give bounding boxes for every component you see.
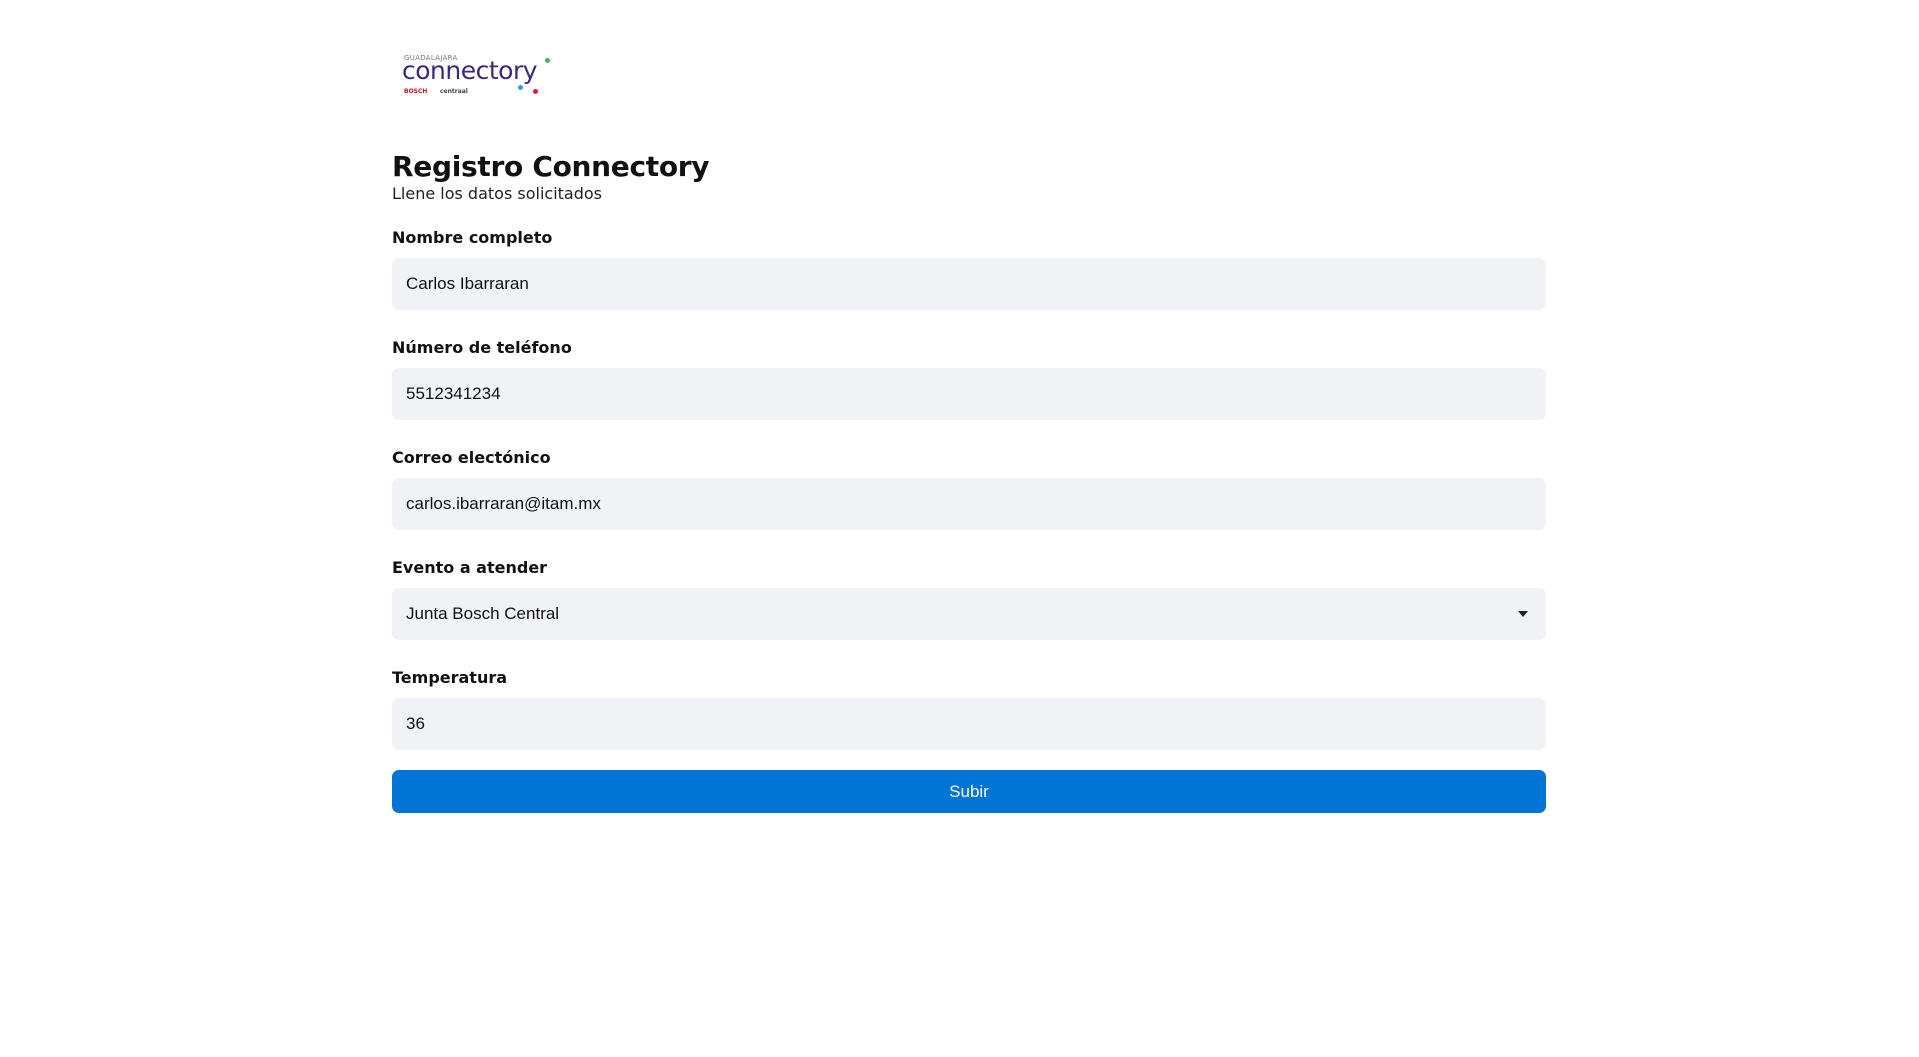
logo-partner-bosch: BOSCH [404,88,428,95]
field-full-name: Nombre completo [392,228,1546,310]
full-name-input[interactable] [392,258,1546,310]
logo-dot-blue [518,85,523,90]
temperature-label: Temperatura [392,668,508,687]
email-label: Correo electónico [392,448,551,467]
field-temperature: Temperatura [392,668,1546,750]
field-event: Evento a atender Junta Bosch Central [392,558,1546,640]
connectory-logo: GUADALAJARA connectory BOSCH centraal [402,44,552,104]
logo-dot-green [545,58,550,63]
logo-partner-centraal: centraal [439,88,468,95]
page-subtitle: Llene los datos solicitados [392,184,602,203]
email-input[interactable] [392,478,1546,530]
page: GUADALAJARA connectory BOSCH centraal Re… [0,0,1919,1057]
submit-button[interactable]: Subir [392,770,1546,813]
phone-label: Número de teléfono [392,338,572,357]
event-label: Evento a atender [392,558,548,577]
logo-wordmark: connectory [402,56,538,85]
registration-form: Nombre completo Número de teléfono Corre… [392,228,1546,813]
registration-container: GUADALAJARA connectory BOSCH centraal Re… [392,44,1546,813]
event-selected-value: Junta Bosch Central [406,604,560,623]
chevron-down-icon [1518,611,1528,617]
event-select[interactable]: Junta Bosch Central [392,588,1546,640]
logo-partners: BOSCH centraal [404,88,468,95]
field-phone: Número de teléfono [392,338,1546,420]
phone-input[interactable] [392,368,1546,420]
temperature-input[interactable] [392,698,1546,750]
field-email: Correo electónico [392,448,1546,530]
logo-dot-red [533,89,538,94]
full-name-label: Nombre completo [392,228,553,247]
page-title: Registro Connectory [392,150,710,183]
